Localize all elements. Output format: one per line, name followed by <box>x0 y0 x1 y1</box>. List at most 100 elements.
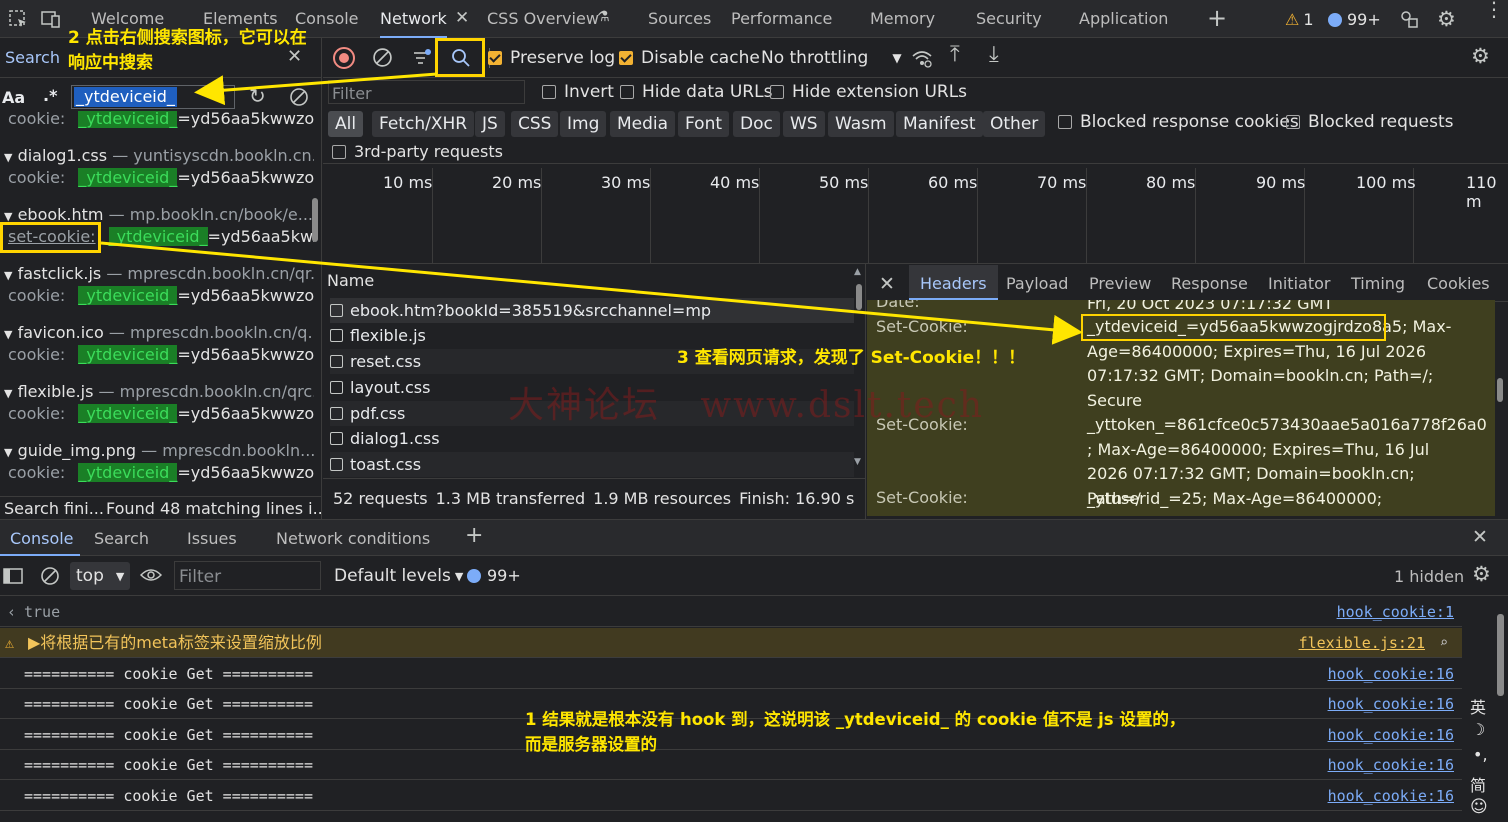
ime-mode-indicator[interactable]: 英 <box>1470 694 1486 718</box>
console-source-link[interactable]: hook_cookie:16 <box>1328 750 1454 780</box>
request-row[interactable]: flexible.js <box>330 323 854 348</box>
tab-payload[interactable]: Payload <box>1006 265 1068 303</box>
log-levels-select[interactable]: Default levels ▼ <box>334 566 463 586</box>
search-result-file[interactable]: ▼ guide_img.png — mprescdn.bookln.... <box>4 441 314 460</box>
search-result-line[interactable]: cookie: _ytdeviceid_=yd56aa5kwwzo... <box>8 345 314 364</box>
request-row[interactable]: toast.css <box>330 452 854 477</box>
tab-initiator[interactable]: Initiator <box>1268 265 1330 303</box>
warnings-badge[interactable]: ⚠ 1 <box>1285 10 1314 29</box>
settings-gear-icon[interactable]: ⚙ <box>1437 7 1456 31</box>
invert-checkbox[interactable]: Invert <box>542 82 614 102</box>
type-filter-all[interactable]: All <box>328 111 364 137</box>
drawer-add-tab-icon[interactable]: + <box>465 523 483 548</box>
device-toolbar-icon[interactable] <box>40 9 62 29</box>
type-filter-media[interactable]: Media <box>610 111 676 137</box>
search-results-scrollbar[interactable] <box>312 198 318 242</box>
refresh-search-icon[interactable]: ↻ <box>249 84 266 108</box>
search-result-file[interactable]: ▼ flexible.js — mprescdn.bookln.cn/qrc..… <box>4 382 314 401</box>
console-source-link[interactable]: flexible.js:21 <box>1299 628 1425 658</box>
console-source-link[interactable]: hook_cookie:16 <box>1328 689 1454 719</box>
ime-punct-icon[interactable]: •, <box>1473 745 1488 764</box>
record-button[interactable] <box>333 47 355 69</box>
request-row[interactable]: ebook.htm?bookId=385519&srcchannel=mp <box>330 298 854 323</box>
tab-application[interactable]: Application <box>1079 0 1168 38</box>
console-source-link[interactable]: hook_cookie:16 <box>1328 720 1454 750</box>
network-settings-gear-icon[interactable]: ⚙ <box>1471 44 1490 68</box>
console-issues-badge[interactable]: 99+ <box>467 566 521 585</box>
request-row[interactable]: dialog1.css <box>330 426 854 451</box>
type-filter-doc[interactable]: Doc <box>733 111 780 137</box>
type-filter-img[interactable]: Img <box>560 111 607 137</box>
context-select[interactable]: top ▼ <box>70 562 131 590</box>
name-column-header[interactable]: Name <box>327 271 374 290</box>
type-filter-font[interactable]: Font <box>678 111 730 137</box>
tab-timing[interactable]: Timing <box>1351 265 1405 303</box>
tab-headers[interactable]: Headers <box>909 265 998 300</box>
search-result-line[interactable]: cookie: _ytdeviceid_=yd56aa5kwwzo... <box>8 111 314 128</box>
drawer-close-icon[interactable]: ✕ <box>1472 526 1488 548</box>
match-case-toggle[interactable]: Aa <box>2 88 25 107</box>
search-result-file[interactable]: ▼ favicon.ico — mprescdn.bookln.cn/q... <box>4 323 314 342</box>
tab-css-overview[interactable]: CSS Overview <box>487 0 599 38</box>
regex-toggle[interactable]: .* <box>43 86 57 105</box>
export-har-icon[interactable]: ⤓ <box>989 42 999 67</box>
header-value-set-cookie-3[interactable]: _ytuserid_=25; Max-Age=86400000; <box>1087 487 1467 512</box>
ime-moon-icon[interactable]: ☽ <box>1471 720 1485 739</box>
drawer-tab-console[interactable]: Console <box>10 529 74 548</box>
issues-icon[interactable] <box>1398 8 1420 30</box>
third-party-checkbox[interactable]: 3rd-party requests <box>332 142 503 161</box>
hide-extension-urls-checkbox[interactable]: Hide extension URLs <box>770 82 967 102</box>
tab-network[interactable]: Network <box>380 0 447 38</box>
tab-response[interactable]: Response <box>1171 265 1248 303</box>
blocked-cookies-checkbox[interactable]: Blocked response cookies <box>1058 112 1299 132</box>
search-result-line[interactable]: cookie: _ytdeviceid_=yd56aa5kwwzo... <box>8 168 314 187</box>
scroll-up-icon[interactable]: ▲ <box>854 267 861 277</box>
network-conditions-icon[interactable] <box>911 47 933 69</box>
throttling-select[interactable]: No throttling ▼ <box>761 48 902 68</box>
request-list-scrollbar[interactable] <box>856 284 862 310</box>
tab-memory[interactable]: Memory <box>870 0 935 38</box>
type-filter-fetch-xhr[interactable]: Fetch/XHR <box>372 111 475 137</box>
console-source-link[interactable]: hook_cookie:1 <box>1337 597 1454 627</box>
console-settings-gear-icon[interactable]: ⚙ <box>1472 562 1491 586</box>
messages-badge[interactable]: 99+ <box>1328 10 1381 29</box>
type-filter-other[interactable]: Other <box>983 111 1046 137</box>
type-filter-js[interactable]: JS <box>475 111 505 137</box>
add-tab-icon[interactable]: + <box>1207 4 1227 32</box>
network-filter-input[interactable]: Filter <box>328 80 525 104</box>
headers-scrollbar[interactable] <box>1497 378 1503 402</box>
search-result-line[interactable]: cookie: _ytdeviceid_=yd56aa5kwwzo... <box>8 286 314 305</box>
inspect-element-icon[interactable] <box>8 9 28 29</box>
live-expression-eye-icon[interactable] <box>140 566 162 584</box>
tab-sources[interactable]: Sources <box>648 0 711 38</box>
console-filter-input[interactable]: Filter <box>174 561 321 590</box>
console-clear-icon[interactable] <box>40 566 60 586</box>
hide-data-urls-checkbox[interactable]: Hide data URLs <box>620 82 772 102</box>
drawer-tab-network-conditions[interactable]: Network conditions <box>276 529 430 548</box>
console-sidebar-icon[interactable] <box>3 567 23 585</box>
search-result-file[interactable]: ▼ dialog1.css — yuntisyscdn.bookln.cn... <box>4 146 314 165</box>
clear-search-icon[interactable] <box>289 87 309 107</box>
preserve-log-checkbox[interactable]: Preserve log <box>488 48 615 68</box>
type-filter-ws[interactable]: WS <box>783 111 825 137</box>
scroll-down-icon[interactable]: ▼ <box>854 457 861 467</box>
tab-security[interactable]: Security <box>976 0 1042 38</box>
tab-performance[interactable]: Performance <box>731 0 832 38</box>
drawer-tab-search[interactable]: Search <box>94 529 149 548</box>
drawer-tab-issues[interactable]: Issues <box>187 529 237 548</box>
console-message[interactable]: ▶将根据已有的meta标签来设置缩放比例 <box>28 628 322 658</box>
type-filter-css[interactable]: CSS <box>511 111 559 137</box>
search-result-file[interactable]: ▼ fastclick.js — mprescdn.bookln.cn/qr..… <box>4 264 314 283</box>
console-source-link[interactable]: hook_cookie:16 <box>1328 659 1454 689</box>
filter-toggle-icon[interactable] <box>411 47 433 69</box>
console-scrollbar[interactable] <box>1497 614 1504 696</box>
type-filter-manifest[interactable]: Manifest <box>896 111 983 137</box>
tab-cookies[interactable]: Cookies <box>1427 265 1490 303</box>
close-details-icon[interactable]: ✕ <box>879 273 895 295</box>
more-menu-icon[interactable]: ⋮ <box>1484 0 1504 19</box>
search-query-input[interactable]: _ytdeviceid_ <box>71 85 235 109</box>
tab-preview[interactable]: Preview <box>1089 265 1151 303</box>
close-tab-icon[interactable]: ✕ <box>455 8 469 28</box>
search-icon[interactable]: ⌕ <box>1440 628 1448 658</box>
ime-simplified-indicator[interactable]: 简 <box>1470 772 1486 796</box>
